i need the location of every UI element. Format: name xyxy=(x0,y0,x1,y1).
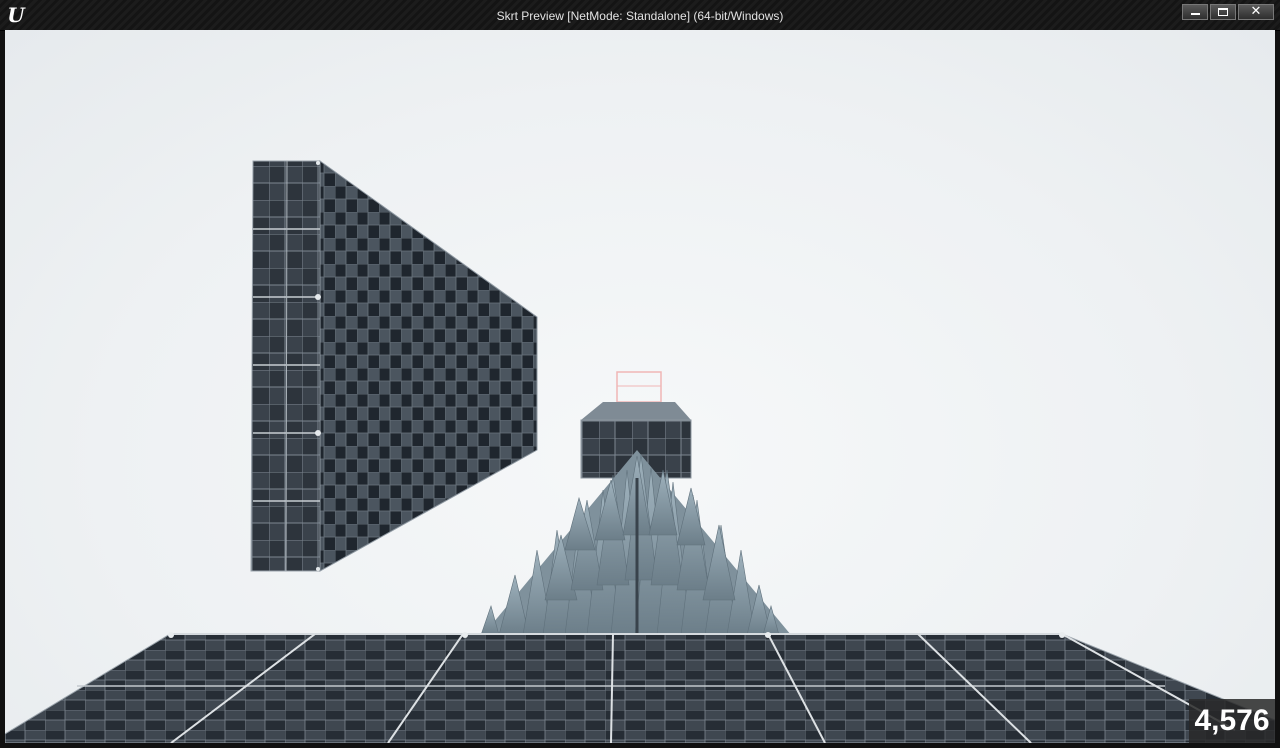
score-counter: 4,576 xyxy=(1189,699,1275,743)
game-viewport[interactable]: 4,576 xyxy=(5,30,1275,743)
scene-render xyxy=(5,160,1275,743)
floating-wall xyxy=(250,160,538,572)
floor-grid xyxy=(5,632,1275,743)
wall-front-face xyxy=(250,160,321,572)
game-window: U Skrt Preview [NetMode: Standalone] (64… xyxy=(0,0,1280,748)
minimize-icon xyxy=(1191,13,1200,15)
wall-side-face xyxy=(319,160,538,572)
minimize-button[interactable] xyxy=(1182,4,1208,20)
close-icon: ✕ xyxy=(1250,4,1262,19)
window-title: Skrt Preview [NetMode: Standalone] (64-b… xyxy=(496,9,784,23)
maximize-icon xyxy=(1218,8,1228,16)
title-bar[interactable]: U Skrt Preview [NetMode: Standalone] (64… xyxy=(0,0,1280,31)
close-button[interactable]: ✕ xyxy=(1238,4,1274,20)
maximize-button[interactable] xyxy=(1210,4,1236,20)
spike-field xyxy=(480,450,791,636)
window-controls: ✕ xyxy=(1182,4,1274,20)
